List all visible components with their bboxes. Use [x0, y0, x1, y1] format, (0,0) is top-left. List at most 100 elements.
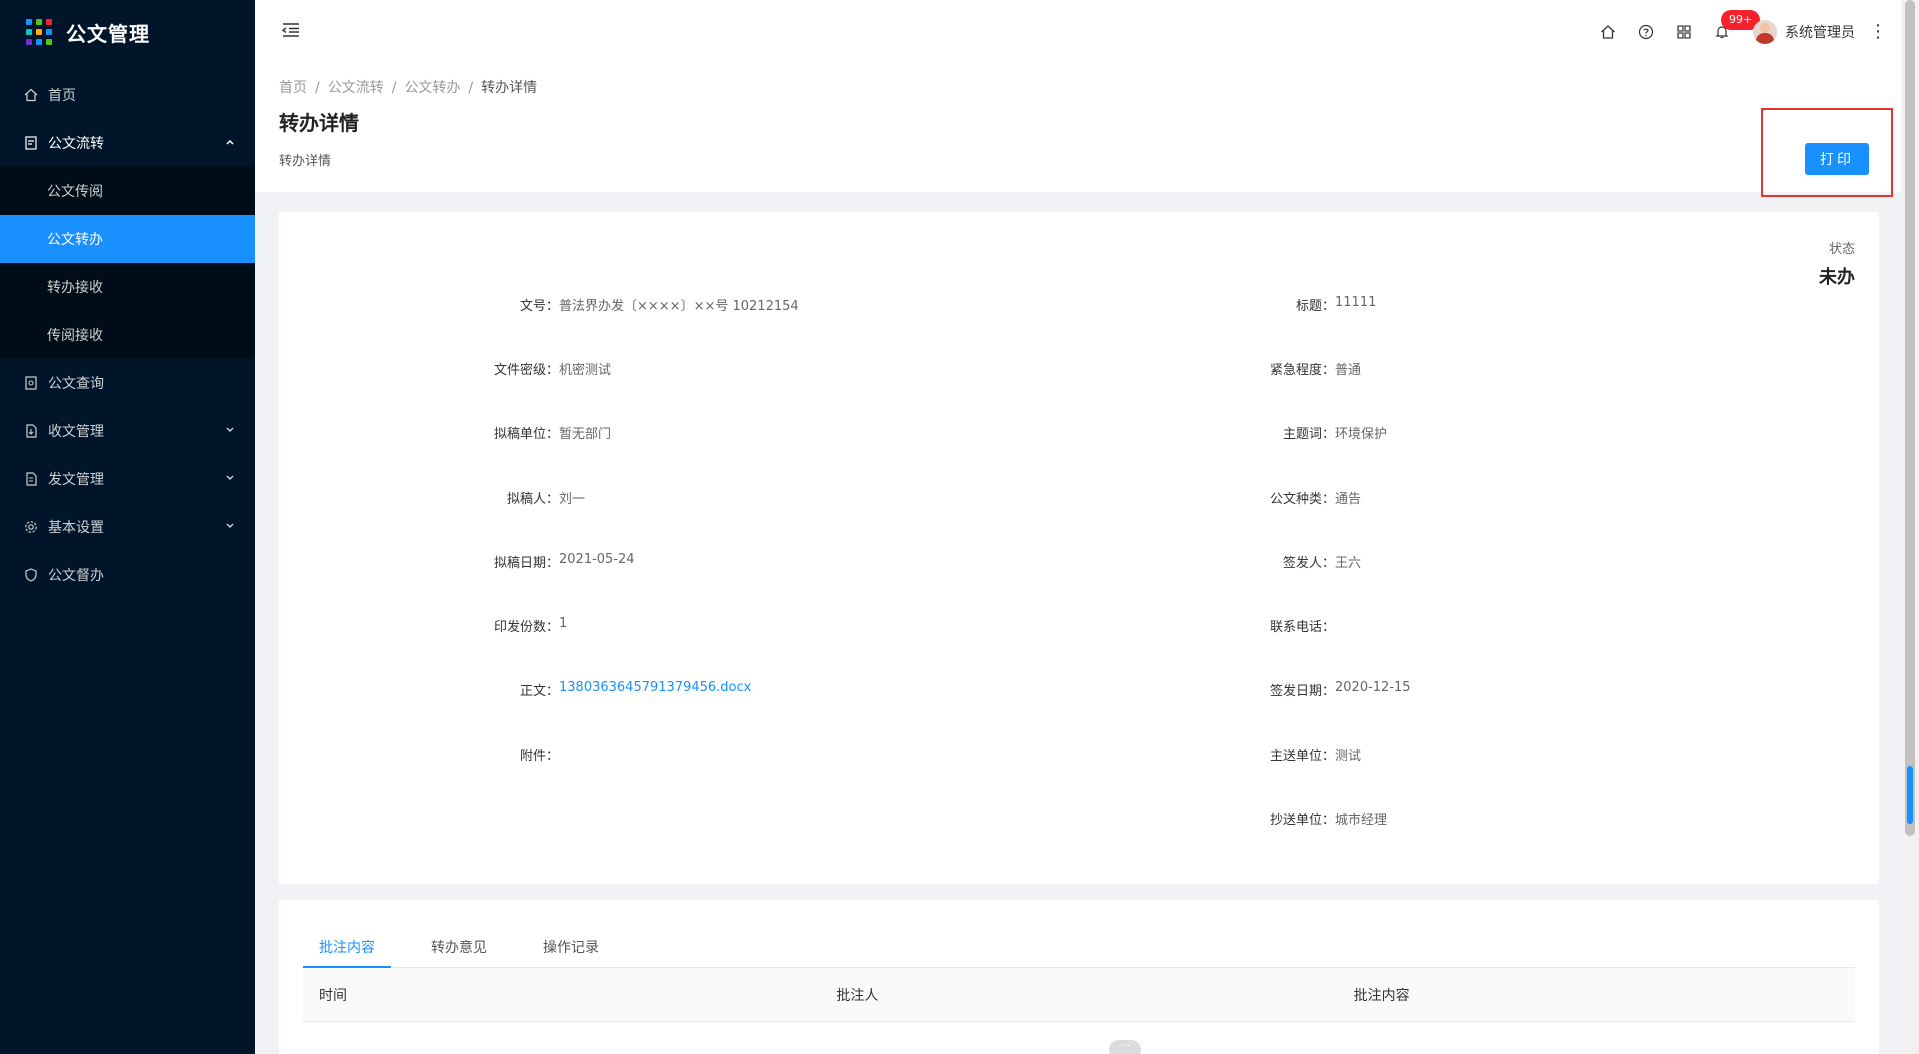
- sidebar-item-label: 公文转办: [47, 232, 103, 248]
- chevron-down-icon: [225, 471, 235, 487]
- field-label: 拟稿单位：: [493, 427, 559, 442]
- submenu-document-flow: 公文传阅 公文转办 转办接收 传阅接收: [0, 167, 255, 359]
- field-value: 机密测试: [559, 363, 612, 378]
- breadcrumb-item-home[interactable]: 首页: [279, 80, 307, 96]
- field-title: 标题： 11111: [1215, 295, 1376, 314]
- logo-dot: [46, 19, 52, 25]
- breadcrumb: 首页 / 公文流转 / 公文转办 / 转办详情: [279, 77, 1877, 97]
- sidebar-item-document-query[interactable]: 公文查询: [0, 359, 255, 407]
- field-issuer: 签发人： 王六: [1215, 552, 1361, 571]
- field-secrecy-level: 文件密级： 机密测试: [439, 359, 611, 378]
- sidebar-item-supervision[interactable]: 公文督办: [0, 551, 255, 599]
- tab-bar: 批注内容 转办意见 操作记录: [303, 936, 1855, 968]
- sidebar-item-send-management[interactable]: 发文管理: [0, 455, 255, 503]
- sidebar-menu: 首页 公文流转 公文传阅 公文转办 转办接收 传阅接收 公文查询 收文管理 发文…: [0, 71, 255, 599]
- help-icon[interactable]: [1627, 0, 1665, 63]
- header-actions: 99+ 系统管理员 ⋮: [1589, 0, 1887, 63]
- sidebar-item-basic-settings[interactable]: 基本设置: [0, 503, 255, 551]
- sidebar-item-label: 转办接收: [47, 280, 103, 296]
- tab-annotations[interactable]: 批注内容: [303, 936, 391, 968]
- field-doc-number: 文号： 普法界办发〔××××〕××号 10212154: [439, 295, 799, 314]
- sidebar-item-label: 首页: [48, 88, 76, 104]
- sidebar-item-transfer-receive[interactable]: 转办接收: [0, 263, 255, 311]
- tab-transfer-opinions[interactable]: 转办意见: [415, 936, 503, 968]
- chevron-up-icon: [225, 135, 235, 151]
- send-icon: [24, 472, 38, 486]
- back-to-top-handle[interactable]: [1907, 766, 1913, 824]
- records-card: 批注内容 转办意见 操作记录 时间 批注人 批注内容 ···: [279, 900, 1879, 1054]
- sidebar-item-document-transfer[interactable]: 公文转办: [0, 215, 255, 263]
- field-doc-type: 公文种类： 通告: [1215, 488, 1361, 507]
- page-title: 转办详情: [279, 111, 359, 135]
- sidebar-item-label: 发文管理: [48, 472, 104, 488]
- more-vertical-icon[interactable]: ⋮: [1869, 21, 1887, 42]
- sidebar: 公文管理 首页 公文流转 公文传阅 公文转办 转办接收 传阅接收 公文查询 收文…: [0, 0, 255, 1054]
- logo-dot: [36, 39, 42, 45]
- top-header: 99+ 系统管理员 ⋮: [255, 0, 1901, 63]
- chevron-down-icon: [225, 423, 235, 439]
- field-drafter: 拟稿人： 刘一: [439, 488, 585, 507]
- field-drafting-unit: 拟稿单位： 暂无部门: [439, 423, 611, 442]
- field-value: 王六: [1335, 556, 1362, 571]
- field-value: 城市经理: [1335, 813, 1388, 828]
- sidebar-item-label: 传阅接收: [47, 328, 103, 344]
- field-print-copies: 印发份数： 1: [439, 616, 567, 635]
- field-value: 测试: [1335, 749, 1362, 764]
- field-label: 公文种类：: [1269, 492, 1335, 507]
- print-button[interactable]: 打印: [1805, 143, 1869, 175]
- field-value: 11111: [1335, 295, 1377, 310]
- menu-fold-icon[interactable]: [281, 20, 303, 42]
- field-label: 拟稿日期：: [493, 556, 559, 571]
- user-menu[interactable]: 系统管理员: [1753, 19, 1855, 44]
- field-label: 标题：: [1295, 299, 1335, 314]
- logo[interactable]: 公文管理: [0, 0, 255, 64]
- logo-dot: [36, 19, 42, 25]
- field-label: 正文：: [519, 684, 559, 699]
- sidebar-item-document-flow[interactable]: 公文流转: [0, 119, 255, 167]
- field-urgency: 紧急程度： 普通: [1215, 359, 1361, 378]
- status-value: 未办: [1819, 267, 1855, 288]
- sidebar-item-home[interactable]: 首页: [0, 71, 255, 119]
- logo-dot: [46, 39, 52, 45]
- field-label: 印发份数：: [493, 620, 559, 635]
- sidebar-item-label: 基本设置: [48, 520, 104, 536]
- sidebar-item-circulate-receive[interactable]: 传阅接收: [0, 311, 255, 359]
- field-label: 联系电话：: [1269, 620, 1335, 635]
- sidebar-item-label: 公文督办: [48, 568, 104, 584]
- field-main-text: 正文： 1380363645791379456.docx: [439, 680, 751, 699]
- field-draft-date: 拟稿日期： 2021-05-24: [439, 552, 635, 571]
- document-search-icon: [24, 376, 38, 390]
- main-text-file-link[interactable]: 1380363645791379456.docx: [559, 680, 751, 699]
- home-icon[interactable]: [1589, 0, 1627, 63]
- column-header-time: 时间: [319, 987, 347, 1004]
- home-icon: [24, 88, 38, 102]
- logo-dot: [26, 39, 32, 45]
- field-contact-phone: 联系电话：: [1215, 616, 1335, 635]
- scrollbar-thumb[interactable]: [1905, 0, 1915, 836]
- layout-icon[interactable]: [1665, 0, 1703, 63]
- sidebar-item-document-circulate[interactable]: 公文传阅: [0, 167, 255, 215]
- document-icon: [24, 136, 38, 150]
- field-value: 普法界办发〔××××〕××号 10212154: [559, 299, 799, 314]
- tab-operation-log[interactable]: 操作记录: [527, 936, 615, 968]
- sidebar-item-receive-management[interactable]: 收文管理: [0, 407, 255, 455]
- table-header: 时间 批注人 批注内容: [303, 968, 1855, 1022]
- breadcrumb-item-current: 转办详情: [481, 80, 538, 96]
- scrollbar[interactable]: [1901, 0, 1919, 1054]
- field-label: 签发人：: [1282, 556, 1335, 571]
- field-value: 2021-05-24: [559, 552, 635, 567]
- breadcrumb-item-document-flow[interactable]: 公文流转: [328, 80, 384, 96]
- avatar: [1753, 19, 1777, 44]
- print-highlight-box: 打印: [1761, 108, 1893, 197]
- notification-button[interactable]: 99+: [1703, 0, 1761, 63]
- app-grid-icon: [26, 19, 52, 45]
- sidebar-item-label: 公文传阅: [47, 184, 103, 200]
- user-name: 系统管理员: [1785, 24, 1855, 41]
- detail-card: 状态 未办 文号： 普法界办发〔××××〕××号 10212154 文件密级： …: [279, 212, 1879, 884]
- app-title: 公文管理: [66, 21, 150, 46]
- field-label: 紧急程度：: [1269, 363, 1335, 378]
- field-attachment: 附件：: [439, 745, 559, 764]
- sidebar-item-label: 收文管理: [48, 424, 104, 440]
- field-label: 附件：: [519, 749, 559, 764]
- breadcrumb-item-document-transfer[interactable]: 公文转办: [404, 80, 460, 96]
